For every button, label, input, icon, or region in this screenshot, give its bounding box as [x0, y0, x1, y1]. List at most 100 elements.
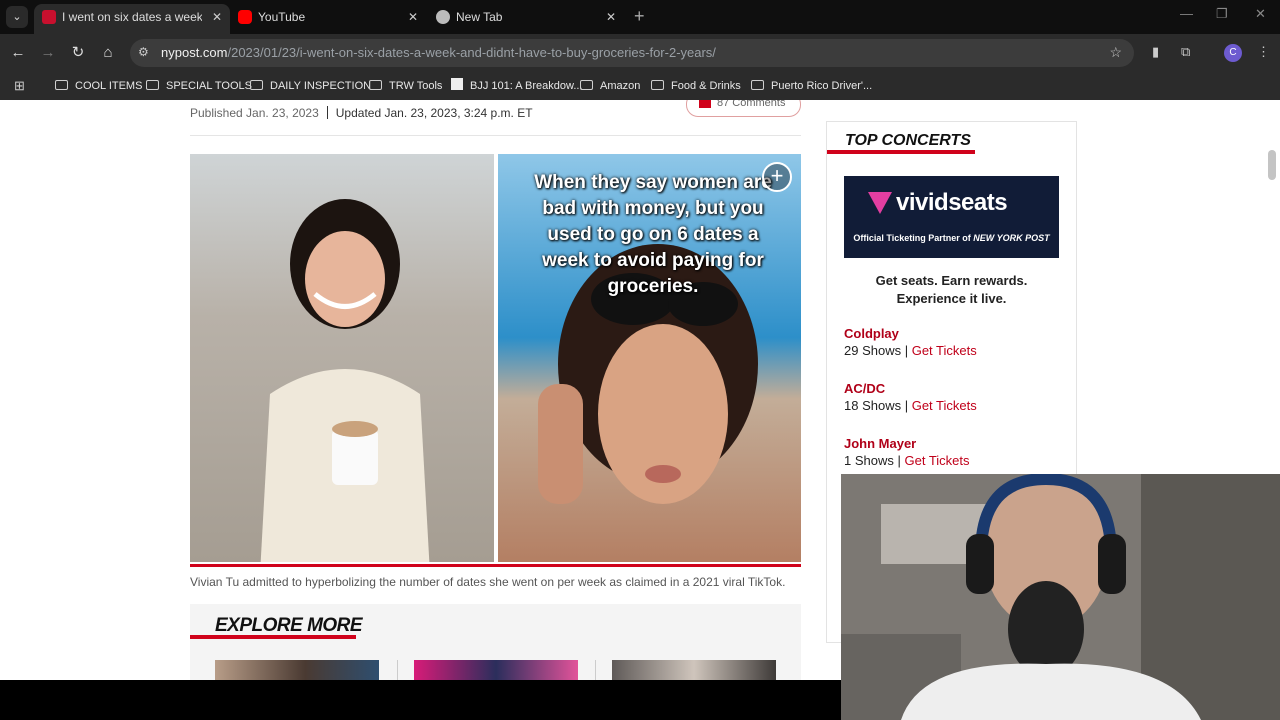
close-window-icon[interactable]: ✕ [1255, 6, 1266, 22]
bookmark-label: Food & Drinks [671, 80, 741, 92]
concert-shows: 18 Shows [844, 398, 902, 413]
taskbar-strip [0, 680, 841, 720]
nypost-favicon-icon [42, 10, 56, 24]
photo-accent-line [190, 564, 801, 567]
divider [595, 660, 596, 680]
bookmark-folder[interactable]: COOL ITEMS [55, 77, 142, 95]
bookmark-label: SPECIAL TOOLS [166, 80, 253, 92]
webcam-overlay [841, 474, 1280, 720]
site-info-icon[interactable]: ⚙ [138, 45, 149, 59]
comments-button[interactable]: 87 Comments [686, 100, 801, 117]
bookmark-label: Puerto Rico Driver'... [771, 80, 873, 92]
extensions-icon[interactable]: ⧉ [1181, 44, 1190, 60]
reload-icon[interactable]: ↻ [68, 43, 88, 63]
tab-nypost[interactable]: I went on six dates a week — ar ✕ [34, 4, 230, 34]
get-tickets-link[interactable]: Get Tickets [912, 398, 977, 413]
minimize-icon[interactable]: — [1180, 6, 1193, 21]
bookmark-folder[interactable]: Amazon [580, 77, 640, 95]
article-photo-left[interactable] [190, 154, 494, 562]
bookmark-folder[interactable]: Food & Drinks [651, 77, 741, 95]
explore-thumbnail[interactable] [612, 660, 776, 680]
bookmarks-bar: ⊞ COOL ITEMS SPECIAL TOOLS DAILY INSPECT… [0, 72, 1280, 100]
bjj-favicon-icon [451, 78, 463, 90]
tab-search-icon[interactable]: ⌄ [6, 6, 28, 28]
vividseats-ad[interactable]: vividseats Official Ticketing Partner of… [844, 176, 1059, 258]
close-tab-icon[interactable]: ✕ [212, 4, 222, 30]
url-text[interactable]: nypost.com/2023/01/23/i-went-on-six-date… [161, 45, 716, 60]
url-path: /2023/01/23/i-went-on-six-dates-a-week-a… [227, 45, 716, 60]
explore-more-section: EXPLORE MORE [190, 604, 801, 680]
concert-shows: 29 Shows [844, 343, 902, 358]
sponsor-tagline: Get seats. Earn rewards. Experience it l… [875, 273, 1028, 306]
bookmark-star-icon[interactable]: ☆ [1109, 44, 1122, 61]
bookmark-folder[interactable]: Puerto Rico Driver'... [751, 77, 872, 95]
tab-youtube[interactable]: YouTube ✕ [230, 4, 426, 34]
comments-count: 87 Comments [717, 100, 786, 109]
browser-chrome: ⌄ I went on six dates a week — ar ✕ YouT… [0, 0, 1280, 100]
sponsor-brand: NEW YORK POST [973, 233, 1050, 243]
concert-item: John Mayer 1 Shows | Get Tickets [844, 435, 970, 468]
streamer-webcam-illustration [841, 474, 1280, 720]
image-overlay-text: When they say women are bad with money, … [534, 172, 772, 297]
apps-grid-icon[interactable]: ⊞ [14, 78, 25, 94]
vividseats-logo: vividseats [896, 189, 1008, 216]
folder-icon [580, 80, 593, 90]
folder-icon [55, 80, 68, 90]
expand-image-icon[interactable]: + [762, 162, 792, 192]
sponsor-text: Official Ticketing Partner of [853, 233, 971, 243]
published-date: Published Jan. 23, 2023 [190, 106, 319, 120]
explore-more-heading: EXPLORE MORE [215, 615, 363, 636]
woman-with-mug-illustration [260, 199, 430, 562]
youtube-favicon-icon [238, 10, 252, 24]
clipboard-icon[interactable]: ▮ [1152, 44, 1159, 60]
sponsor-line: Official Ticketing Partner of NEW YORK P… [844, 233, 1059, 243]
top-concerts-heading: TOP CONCERTS [845, 132, 971, 149]
folder-icon [146, 80, 159, 90]
tab-strip: ⌄ I went on six dates a week — ar ✕ YouT… [0, 0, 1280, 34]
folder-icon [751, 80, 764, 90]
bookmark-label: TRW Tools [389, 80, 443, 92]
explore-thumbnail[interactable] [414, 660, 578, 680]
date-divider [326, 106, 328, 119]
explore-thumbnail[interactable] [215, 660, 379, 680]
article-photo-right[interactable]: When they say women are bad with money, … [498, 154, 801, 562]
bookmark-label: DAILY INSPECTION [270, 80, 372, 92]
heading-underline [190, 635, 356, 639]
close-tab-icon[interactable]: ✕ [606, 4, 616, 30]
forward-icon[interactable]: → [38, 43, 58, 63]
bookmark-folder[interactable]: TRW Tools [369, 77, 442, 95]
divider [397, 660, 398, 680]
concert-artist[interactable]: John Mayer [844, 435, 970, 452]
scrollbar-thumb[interactable] [1268, 150, 1276, 180]
concert-shows: 1 Shows [844, 453, 894, 468]
toolbar: ← → ↻ ⌂ ⚙ nypost.com/2023/01/23/i-went-o… [0, 34, 1280, 72]
chrome-favicon-icon [436, 10, 450, 24]
folder-icon [250, 80, 263, 90]
folder-icon [651, 80, 664, 90]
bookmark-folder[interactable]: DAILY INSPECTION [250, 77, 371, 95]
bookmark-label: Amazon [600, 80, 641, 92]
bookmark-folder[interactable]: SPECIAL TOOLS [146, 77, 252, 95]
new-tab-icon[interactable]: + [634, 6, 645, 26]
address-bar[interactable]: ⚙ nypost.com/2023/01/23/i-went-on-six-da… [130, 39, 1134, 67]
tab-title: YouTube [258, 10, 306, 24]
vividseats-logo-icon [868, 192, 892, 214]
close-tab-icon[interactable]: ✕ [408, 4, 418, 30]
get-tickets-link[interactable]: Get Tickets [912, 343, 977, 358]
tab-new-tab[interactable]: New Tab ✕ [428, 4, 624, 34]
concert-artist[interactable]: AC/DC [844, 380, 977, 397]
profile-avatar[interactable]: C [1224, 44, 1242, 62]
get-tickets-link[interactable]: Get Tickets [904, 453, 969, 468]
bookmark-label: BJJ 101: A Breakdow... [470, 80, 583, 92]
photo-caption: Vivian Tu admitted to hyperbolizing the … [190, 575, 786, 589]
heading-underline [827, 150, 975, 154]
concert-item: Coldplay 29 Shows | Get Tickets [844, 325, 977, 358]
concert-artist[interactable]: Coldplay [844, 325, 977, 342]
bookmark-link[interactable]: BJJ 101: A Breakdow... [451, 77, 583, 95]
divider [190, 135, 801, 136]
back-icon[interactable]: ← [8, 43, 28, 63]
maximize-icon[interactable]: ❐ [1216, 6, 1228, 22]
menu-icon[interactable]: ⋮ [1257, 44, 1270, 60]
concert-item: AC/DC 18 Shows | Get Tickets [844, 380, 977, 413]
home-icon[interactable]: ⌂ [98, 43, 118, 63]
